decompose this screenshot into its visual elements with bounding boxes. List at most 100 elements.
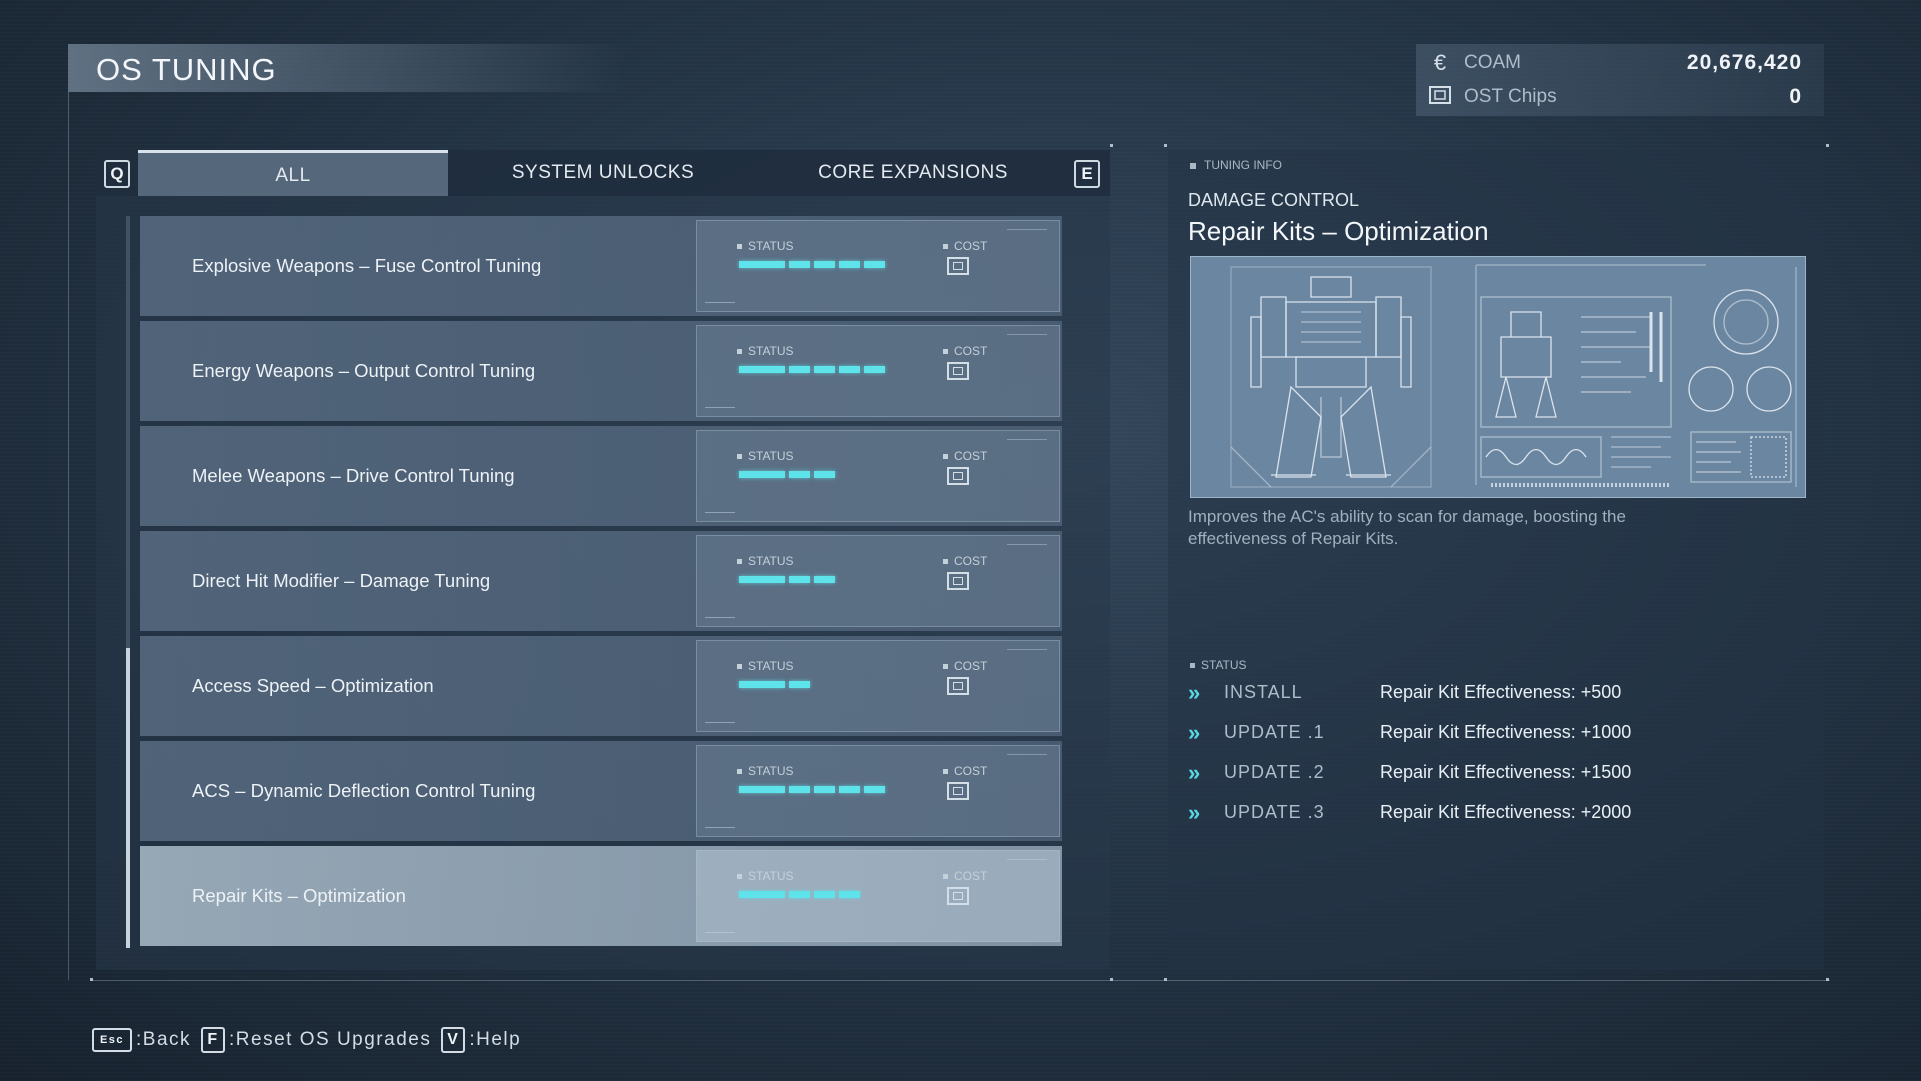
- upgrade-row-install: » INSTALL Repair Kit Effectiveness: +500: [1188, 680, 1788, 708]
- cost-label: COST: [943, 554, 987, 568]
- tuning-item-info: STATUS COST: [696, 325, 1060, 417]
- status-bar-segment: [789, 261, 810, 268]
- status-level-bars: [739, 891, 860, 898]
- tab-system-unlocks[interactable]: SYSTEM UNLOCKS: [448, 150, 758, 196]
- tuning-info-header: TUNING INFO: [1190, 158, 1282, 172]
- coam-row: € COAM 20,676,420: [1428, 48, 1802, 78]
- tuning-description: Improves the AC's ability to scan for da…: [1188, 507, 1626, 548]
- status-bar-segment: [789, 366, 810, 373]
- status-bar-segment: [789, 681, 810, 688]
- decor-line: [705, 617, 735, 618]
- status-bar-segment: [814, 366, 835, 373]
- tuning-title: Repair Kits – Optimization: [1188, 216, 1489, 246]
- tuning-item-name: ACS – Dynamic Deflection Control Tuning: [192, 780, 536, 801]
- status-bar-segment: [814, 786, 835, 793]
- status-bar-segment: [814, 891, 835, 898]
- frame-corner: [1110, 144, 1113, 147]
- upgrade-effect: Repair Kit Effectiveness: +2000: [1380, 802, 1632, 822]
- upgrade-level: UPDATE .2: [1224, 762, 1325, 782]
- upgrade-effect: Repair Kit Effectiveness: +1500: [1380, 762, 1632, 782]
- list-scroll-thumb[interactable]: [126, 648, 130, 948]
- status-bar-segment: [864, 261, 885, 268]
- f-key: F: [201, 1027, 226, 1053]
- status-label: STATUS: [737, 659, 794, 673]
- status-bar-segment: [789, 576, 810, 583]
- tuning-item-info: STATUS COST: [696, 745, 1060, 837]
- screen-title-bar: OS TUNING: [68, 44, 628, 92]
- status-bar-segment: [739, 786, 785, 793]
- frame-corner: [1164, 144, 1167, 147]
- status-label: STATUS: [737, 869, 794, 883]
- decor-line: [705, 722, 735, 723]
- double-chevron-right-icon: »: [1188, 720, 1201, 745]
- status-bar-segment: [814, 261, 835, 268]
- status-level-bars: [739, 576, 835, 583]
- tuning-item-name: Energy Weapons – Output Control Tuning: [192, 360, 536, 381]
- decor-line: [1007, 754, 1047, 755]
- help-label: :Help: [469, 1029, 522, 1050]
- tuning-item-name: Explosive Weapons – Fuse Control Tuning: [192, 255, 542, 276]
- tuning-item-info: STATUS COST: [696, 220, 1060, 312]
- cost-label: COST: [943, 869, 987, 883]
- ost-row: OST Chips 0: [1428, 82, 1802, 112]
- help-hint[interactable]: V :Help: [441, 1027, 521, 1053]
- back-hint[interactable]: Esc :Back: [92, 1028, 191, 1052]
- decor-line: [705, 827, 735, 828]
- frame-line-bottom: [90, 980, 1830, 981]
- status-bar-segment: [839, 261, 860, 268]
- tuning-list-item[interactable]: Direct Hit Modifier – Damage Tuning STATU…: [140, 531, 1062, 631]
- upgrade-effect: Repair Kit Effectiveness: +500: [1380, 682, 1622, 702]
- reset-hint[interactable]: F :Reset OS Upgrades: [201, 1027, 431, 1053]
- coam-currency-icon: €: [1433, 50, 1447, 75]
- ost-chip-icon: [947, 677, 969, 695]
- status-bar-segment: [789, 786, 810, 793]
- tuning-list-item[interactable]: ACS – Dynamic Deflection Control Tuning S…: [140, 741, 1062, 841]
- tuning-info-panel: TUNING INFO DAMAGE CONTROL Repair Kits –…: [1168, 150, 1824, 970]
- ost-chip-icon: [947, 887, 969, 905]
- ost-chip-icon: [947, 257, 969, 275]
- tuning-list-item[interactable]: Access Speed – Optimization STATUS COST: [140, 636, 1062, 736]
- ost-label: OST Chips: [1464, 86, 1557, 107]
- status-bar-segment: [839, 366, 860, 373]
- tuning-item-info: STATUS COST: [696, 640, 1060, 732]
- esc-key: Esc: [92, 1028, 132, 1052]
- frame-corner: [1110, 978, 1113, 981]
- status-bar-segment: [864, 366, 885, 373]
- double-chevron-right-icon: »: [1188, 760, 1201, 785]
- decor-line: [705, 932, 735, 933]
- status-label: STATUS: [737, 449, 794, 463]
- status-bar-segment: [839, 891, 860, 898]
- tuning-item-name: Direct Hit Modifier – Damage Tuning: [192, 570, 491, 591]
- tab-all[interactable]: ALL: [138, 150, 448, 196]
- decor-line: [705, 512, 735, 513]
- status-bar-segment: [739, 891, 785, 898]
- tuning-list-item[interactable]: Melee Weapons – Drive Control Tuning STAT…: [140, 426, 1062, 526]
- upgrade-level: UPDATE .3: [1224, 802, 1325, 822]
- currency-panel: € COAM 20,676,420 OST Chips 0: [1416, 44, 1824, 116]
- status-bar-segment: [739, 471, 785, 478]
- tuning-list-item[interactable]: Repair Kits – Optimization STATUS COST: [140, 846, 1062, 946]
- next-tab-key[interactable]: E: [1074, 160, 1100, 188]
- tab-core-expansions[interactable]: CORE EXPANSIONS: [758, 150, 1068, 196]
- frame-corner: [1164, 978, 1167, 981]
- decor-line: [1007, 334, 1047, 335]
- status-level-bars: [739, 366, 885, 373]
- tuning-category: DAMAGE CONTROL: [1188, 190, 1360, 210]
- status-label: STATUS: [737, 554, 794, 568]
- screen-title: OS TUNING: [96, 52, 277, 87]
- double-chevron-right-icon: »: [1188, 800, 1201, 825]
- tab-bar: Q ALL SYSTEM UNLOCKS CORE EXPANSIONS E: [96, 150, 1110, 196]
- tuning-list-item[interactable]: Explosive Weapons – Fuse Control Tuning S…: [140, 216, 1062, 316]
- upgrade-row-update-1: » UPDATE .1 Repair Kit Effectiveness: +1…: [1188, 720, 1788, 748]
- status-bar-segment: [839, 786, 860, 793]
- tuning-item-name: Melee Weapons – Drive Control Tuning: [192, 465, 515, 486]
- upgrade-row-update-2: » UPDATE .2 Repair Kit Effectiveness: +1…: [1188, 760, 1788, 788]
- tuning-list-item[interactable]: Energy Weapons – Output Control Tuning ST…: [140, 321, 1062, 421]
- tuning-item-name: Access Speed – Optimization: [192, 675, 434, 696]
- decor-line: [1007, 649, 1047, 650]
- tuning-item-info: STATUS COST: [696, 430, 1060, 522]
- prev-tab-key[interactable]: Q: [104, 160, 130, 188]
- status-bar-segment: [739, 261, 785, 268]
- status-label: STATUS: [737, 344, 794, 358]
- upgrade-level: UPDATE .1: [1224, 722, 1325, 742]
